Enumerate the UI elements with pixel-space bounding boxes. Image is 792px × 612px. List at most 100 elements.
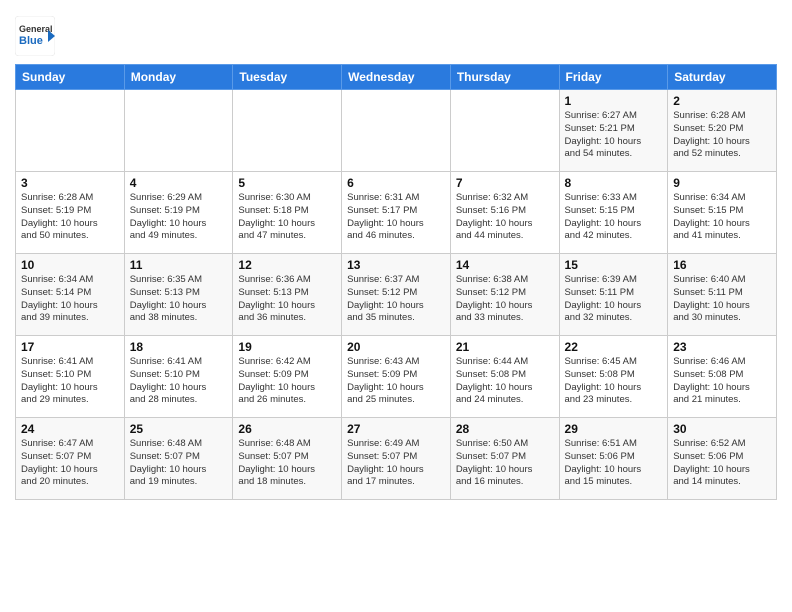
day-cell-27: 27 Sunrise: 6:49 AM Sunset: 5:07 PM Dayli… xyxy=(342,418,451,500)
day-number: 23 xyxy=(673,340,771,354)
page: General Blue SundayMondayTuesdayWednesda… xyxy=(0,0,792,515)
cell-info: Sunrise: 6:52 AM Sunset: 5:06 PM Dayligh… xyxy=(673,438,771,489)
day-cell-19: 19 Sunrise: 6:42 AM Sunset: 5:09 PM Dayli… xyxy=(233,336,342,418)
cell-info: Sunrise: 6:30 AM Sunset: 5:18 PM Dayligh… xyxy=(238,192,336,243)
day-cell-13: 13 Sunrise: 6:37 AM Sunset: 5:12 PM Dayli… xyxy=(342,254,451,336)
day-number: 14 xyxy=(456,258,554,272)
day-number: 21 xyxy=(456,340,554,354)
empty-cell xyxy=(124,90,233,172)
calendar-table: SundayMondayTuesdayWednesdayThursdayFrid… xyxy=(15,64,777,500)
day-cell-20: 20 Sunrise: 6:43 AM Sunset: 5:09 PM Dayli… xyxy=(342,336,451,418)
day-cell-4: 4 Sunrise: 6:29 AM Sunset: 5:19 PM Daylig… xyxy=(124,172,233,254)
day-cell-24: 24 Sunrise: 6:47 AM Sunset: 5:07 PM Dayli… xyxy=(16,418,125,500)
logo-icon: General Blue xyxy=(15,16,55,56)
cell-info: Sunrise: 6:44 AM Sunset: 5:08 PM Dayligh… xyxy=(456,356,554,407)
header-row: SundayMondayTuesdayWednesdayThursdayFrid… xyxy=(16,65,777,90)
cell-info: Sunrise: 6:49 AM Sunset: 5:07 PM Dayligh… xyxy=(347,438,445,489)
day-number: 13 xyxy=(347,258,445,272)
day-number: 20 xyxy=(347,340,445,354)
day-header-thursday: Thursday xyxy=(450,65,559,90)
day-cell-18: 18Sunrise: 6:41 AM Sunset: 5:10 PM Dayli… xyxy=(124,336,233,418)
day-cell-16: 16Sunrise: 6:40 AM Sunset: 5:11 PM Dayli… xyxy=(668,254,777,336)
cell-info: Sunrise: 6:48 AM Sunset: 5:07 PM Dayligh… xyxy=(130,438,228,489)
day-cell-26: 26 Sunrise: 6:48 AM Sunset: 5:07 PM Dayli… xyxy=(233,418,342,500)
day-number: 3 xyxy=(21,176,119,190)
cell-info: Sunrise: 6:39 AM Sunset: 5:11 PM Dayligh… xyxy=(565,274,663,325)
empty-cell xyxy=(16,90,125,172)
day-header-monday: Monday xyxy=(124,65,233,90)
day-number: 5 xyxy=(238,176,336,190)
week-row-5: 24 Sunrise: 6:47 AM Sunset: 5:07 PM Dayli… xyxy=(16,418,777,500)
empty-cell xyxy=(233,90,342,172)
day-number: 17 xyxy=(21,340,119,354)
day-number: 8 xyxy=(565,176,663,190)
cell-info: Sunrise: 6:27 AM Sunset: 5:21 PM Dayligh… xyxy=(565,110,663,161)
day-number: 1 xyxy=(565,94,663,108)
day-number: 24 xyxy=(21,422,119,436)
logo-container: General Blue xyxy=(15,16,55,56)
day-cell-22: 22Sunrise: 6:45 AM Sunset: 5:08 PM Dayli… xyxy=(559,336,668,418)
cell-info: Sunrise: 6:42 AM Sunset: 5:09 PM Dayligh… xyxy=(238,356,336,407)
day-cell-29: 29 Sunrise: 6:51 AM Sunset: 5:06 PM Dayli… xyxy=(559,418,668,500)
week-row-3: 10Sunrise: 6:34 AM Sunset: 5:14 PM Dayli… xyxy=(16,254,777,336)
cell-info: Sunrise: 6:28 AM Sunset: 5:19 PM Dayligh… xyxy=(21,192,119,243)
day-number: 30 xyxy=(673,422,771,436)
day-number: 11 xyxy=(130,258,228,272)
day-number: 28 xyxy=(456,422,554,436)
week-row-4: 17 Sunrise: 6:41 AM Sunset: 5:10 PM Dayli… xyxy=(16,336,777,418)
day-number: 9 xyxy=(673,176,771,190)
day-number: 15 xyxy=(565,258,663,272)
day-cell-28: 28 Sunrise: 6:50 AM Sunset: 5:07 PM Dayli… xyxy=(450,418,559,500)
cell-info: Sunrise: 6:51 AM Sunset: 5:06 PM Dayligh… xyxy=(565,438,663,489)
day-number: 29 xyxy=(565,422,663,436)
logo: General Blue xyxy=(15,16,55,56)
cell-info: Sunrise: 6:41 AM Sunset: 5:10 PM Dayligh… xyxy=(21,356,119,407)
day-number: 4 xyxy=(130,176,228,190)
cell-info: Sunrise: 6:38 AM Sunset: 5:12 PM Dayligh… xyxy=(456,274,554,325)
day-cell-25: 25 Sunrise: 6:48 AM Sunset: 5:07 PM Dayli… xyxy=(124,418,233,500)
week-row-1: 1 Sunrise: 6:27 AM Sunset: 5:21 PM Daylig… xyxy=(16,90,777,172)
day-cell-12: 12Sunrise: 6:36 AM Sunset: 5:13 PM Dayli… xyxy=(233,254,342,336)
day-cell-3: 3 Sunrise: 6:28 AM Sunset: 5:19 PM Daylig… xyxy=(16,172,125,254)
day-header-friday: Friday xyxy=(559,65,668,90)
cell-info: Sunrise: 6:36 AM Sunset: 5:13 PM Dayligh… xyxy=(238,274,336,325)
day-cell-6: 6 Sunrise: 6:31 AM Sunset: 5:17 PM Daylig… xyxy=(342,172,451,254)
cell-info: Sunrise: 6:37 AM Sunset: 5:12 PM Dayligh… xyxy=(347,274,445,325)
cell-info: Sunrise: 6:29 AM Sunset: 5:19 PM Dayligh… xyxy=(130,192,228,243)
day-cell-9: 9 Sunrise: 6:34 AM Sunset: 5:15 PM Daylig… xyxy=(668,172,777,254)
cell-info: Sunrise: 6:28 AM Sunset: 5:20 PM Dayligh… xyxy=(673,110,771,161)
cell-info: Sunrise: 6:34 AM Sunset: 5:15 PM Dayligh… xyxy=(673,192,771,243)
day-cell-8: 8 Sunrise: 6:33 AM Sunset: 5:15 PM Daylig… xyxy=(559,172,668,254)
cell-info: Sunrise: 6:35 AM Sunset: 5:13 PM Dayligh… xyxy=(130,274,228,325)
header: General Blue xyxy=(15,10,777,56)
day-number: 19 xyxy=(238,340,336,354)
cell-info: Sunrise: 6:50 AM Sunset: 5:07 PM Dayligh… xyxy=(456,438,554,489)
cell-info: Sunrise: 6:33 AM Sunset: 5:15 PM Dayligh… xyxy=(565,192,663,243)
day-number: 10 xyxy=(21,258,119,272)
svg-text:General: General xyxy=(19,24,53,34)
day-number: 2 xyxy=(673,94,771,108)
day-cell-2: 2 Sunrise: 6:28 AM Sunset: 5:20 PM Daylig… xyxy=(668,90,777,172)
cell-info: Sunrise: 6:48 AM Sunset: 5:07 PM Dayligh… xyxy=(238,438,336,489)
day-cell-21: 21 Sunrise: 6:44 AM Sunset: 5:08 PM Dayli… xyxy=(450,336,559,418)
day-number: 26 xyxy=(238,422,336,436)
day-cell-11: 11 Sunrise: 6:35 AM Sunset: 5:13 PM Dayli… xyxy=(124,254,233,336)
cell-info: Sunrise: 6:32 AM Sunset: 5:16 PM Dayligh… xyxy=(456,192,554,243)
day-cell-17: 17 Sunrise: 6:41 AM Sunset: 5:10 PM Dayli… xyxy=(16,336,125,418)
cell-info: Sunrise: 6:43 AM Sunset: 5:09 PM Dayligh… xyxy=(347,356,445,407)
cell-info: Sunrise: 6:31 AM Sunset: 5:17 PM Dayligh… xyxy=(347,192,445,243)
svg-text:Blue: Blue xyxy=(19,35,43,47)
cell-info: Sunrise: 6:46 AM Sunset: 5:08 PM Dayligh… xyxy=(673,356,771,407)
day-number: 25 xyxy=(130,422,228,436)
day-number: 6 xyxy=(347,176,445,190)
day-number: 27 xyxy=(347,422,445,436)
day-cell-23: 23 Sunrise: 6:46 AM Sunset: 5:08 PM Dayli… xyxy=(668,336,777,418)
day-cell-5: 5 Sunrise: 6:30 AM Sunset: 5:18 PM Daylig… xyxy=(233,172,342,254)
cell-info: Sunrise: 6:47 AM Sunset: 5:07 PM Dayligh… xyxy=(21,438,119,489)
day-number: 16 xyxy=(673,258,771,272)
day-cell-14: 14 Sunrise: 6:38 AM Sunset: 5:12 PM Dayli… xyxy=(450,254,559,336)
day-number: 7 xyxy=(456,176,554,190)
empty-cell xyxy=(342,90,451,172)
week-row-2: 3 Sunrise: 6:28 AM Sunset: 5:19 PM Daylig… xyxy=(16,172,777,254)
day-number: 22 xyxy=(565,340,663,354)
